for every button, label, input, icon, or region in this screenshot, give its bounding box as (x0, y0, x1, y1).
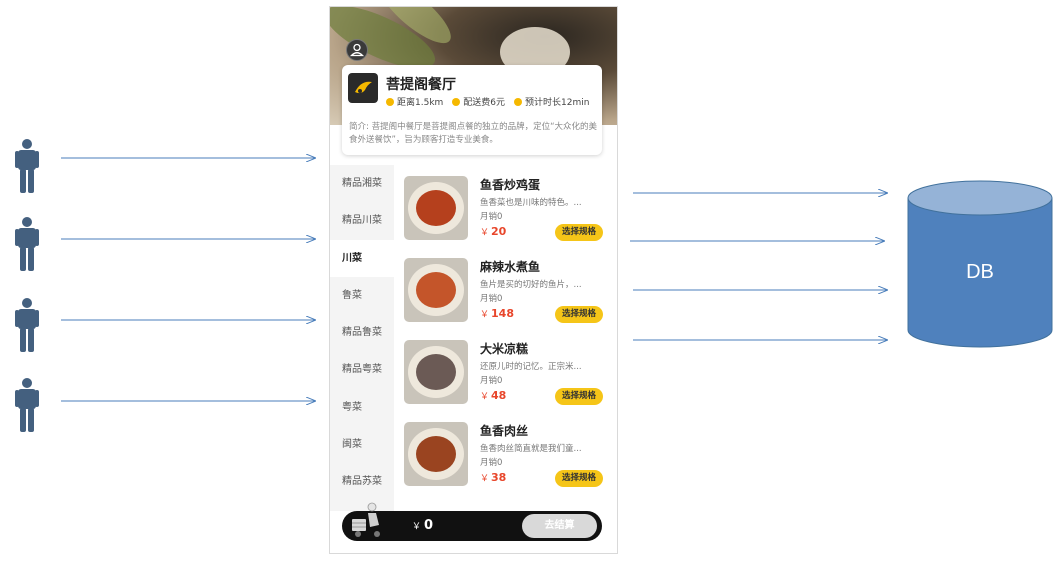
dish-item[interactable]: 鱼香肉丝 鱼香肉丝简直就是我们童... 月销0 ￥ 38 选择规格 (404, 422, 609, 490)
select-spec-button[interactable]: 选择规格 (555, 388, 603, 405)
location-arrow-icon (514, 97, 523, 106)
dish-price: ￥ 38 (480, 471, 507, 484)
cart-total: ￥ 0 (412, 518, 434, 533)
restaurant-meta: 距离1.5km 配送费6元 预计时长12min (386, 95, 589, 108)
category-item[interactable]: 粤菜 (330, 389, 394, 426)
category-item[interactable]: 闽菜 (330, 426, 394, 463)
select-spec-button[interactable]: 选择规格 (555, 224, 603, 241)
dish-item[interactable]: 麻辣水煮鱼 鱼片是买的切好的鱼片，... 月销0 ￥ 148 选择规格 (404, 258, 609, 326)
dish-price: ￥ 48 (480, 389, 507, 402)
category-item[interactable]: 鲁菜 (330, 277, 394, 314)
eta-text: 预计时长12min (525, 98, 590, 108)
distance-text: 距离1.5km (397, 98, 444, 108)
category-item[interactable]: 精品粤菜 (330, 351, 394, 388)
checkout-button[interactable]: 去结算 (522, 514, 597, 538)
dish-monthly-sales: 月销0 (480, 294, 503, 304)
restaurant-info-card: 菩提阁餐厅 距离1.5km 配送费6元 预计时长12min 简介: 菩提阁中餐厅… (342, 65, 602, 155)
phone-app-screen: 菩提阁餐厅 距离1.5km 配送费6元 预计时长12min 简介: 菩提阁中餐厅… (329, 6, 618, 554)
dish-name: 麻辣水煮鱼 (480, 260, 541, 274)
dish-monthly-sales: 月销0 (480, 212, 503, 222)
dish-photo (404, 422, 468, 486)
dish-item[interactable]: 鱼香炒鸡蛋 鱼香菜也是川味的特色。... 月销0 ￥ 20 选择规格 (404, 176, 609, 244)
dish-price: ￥ 20 (480, 225, 507, 238)
dish-monthly-sales: 月销0 (480, 376, 503, 386)
delivery-cart-icon[interactable] (344, 501, 386, 541)
dish-monthly-sales: 月销0 (480, 458, 503, 468)
select-spec-button[interactable]: 选择规格 (555, 470, 603, 487)
category-item[interactable]: 精品湘菜 (330, 165, 394, 202)
dish-photo (404, 258, 468, 322)
dish-description: 鱼片是买的切好的鱼片，... (480, 280, 582, 290)
database-label: DB (966, 261, 994, 283)
dish-name: 鱼香炒鸡蛋 (480, 178, 541, 192)
category-item[interactable]: 精品川菜 (330, 202, 394, 239)
money-bag-icon (452, 97, 461, 106)
dish-description: 鱼香菜也是川味的特色。... (480, 198, 582, 208)
delivery-fee-text: 配送费6元 (463, 98, 506, 108)
restaurant-logo (348, 73, 378, 103)
restaurant-name: 菩提阁餐厅 (386, 77, 456, 93)
dish-description: 还原儿时的记忆。正宗米... (480, 362, 582, 372)
category-item[interactable]: 精品鲁菜 (330, 314, 394, 351)
dish-name: 大米凉糕 (480, 342, 529, 356)
dish-item[interactable]: 大米凉糕 还原儿时的记忆。正宗米... 月销0 ￥ 48 选择规格 (404, 340, 609, 408)
cart-bar: ￥ 0 去结算 (342, 502, 602, 541)
clock-icon (386, 97, 394, 106)
category-item[interactable]: 精品苏菜 (330, 463, 394, 500)
select-spec-button[interactable]: 选择规格 (555, 306, 603, 323)
user-icon[interactable] (346, 39, 368, 61)
category-sidebar: 精品湘菜 精品川菜 川菜 鲁菜 精品鲁菜 精品粤菜 粤菜 闽菜 精品苏菜 (330, 165, 394, 511)
dish-price: ￥ 148 (480, 307, 514, 320)
dish-photo (404, 176, 468, 240)
dish-name: 鱼香肉丝 (480, 424, 529, 438)
dish-photo (404, 340, 468, 404)
category-item-active[interactable]: 川菜 (330, 239, 394, 277)
dish-description: 鱼香肉丝简直就是我们童... (480, 444, 582, 454)
restaurant-description: 简介: 菩提阁中餐厅是菩提阁点餐的独立的品牌，定位“大众化的美食外送餐饮”，旨为… (349, 122, 597, 145)
